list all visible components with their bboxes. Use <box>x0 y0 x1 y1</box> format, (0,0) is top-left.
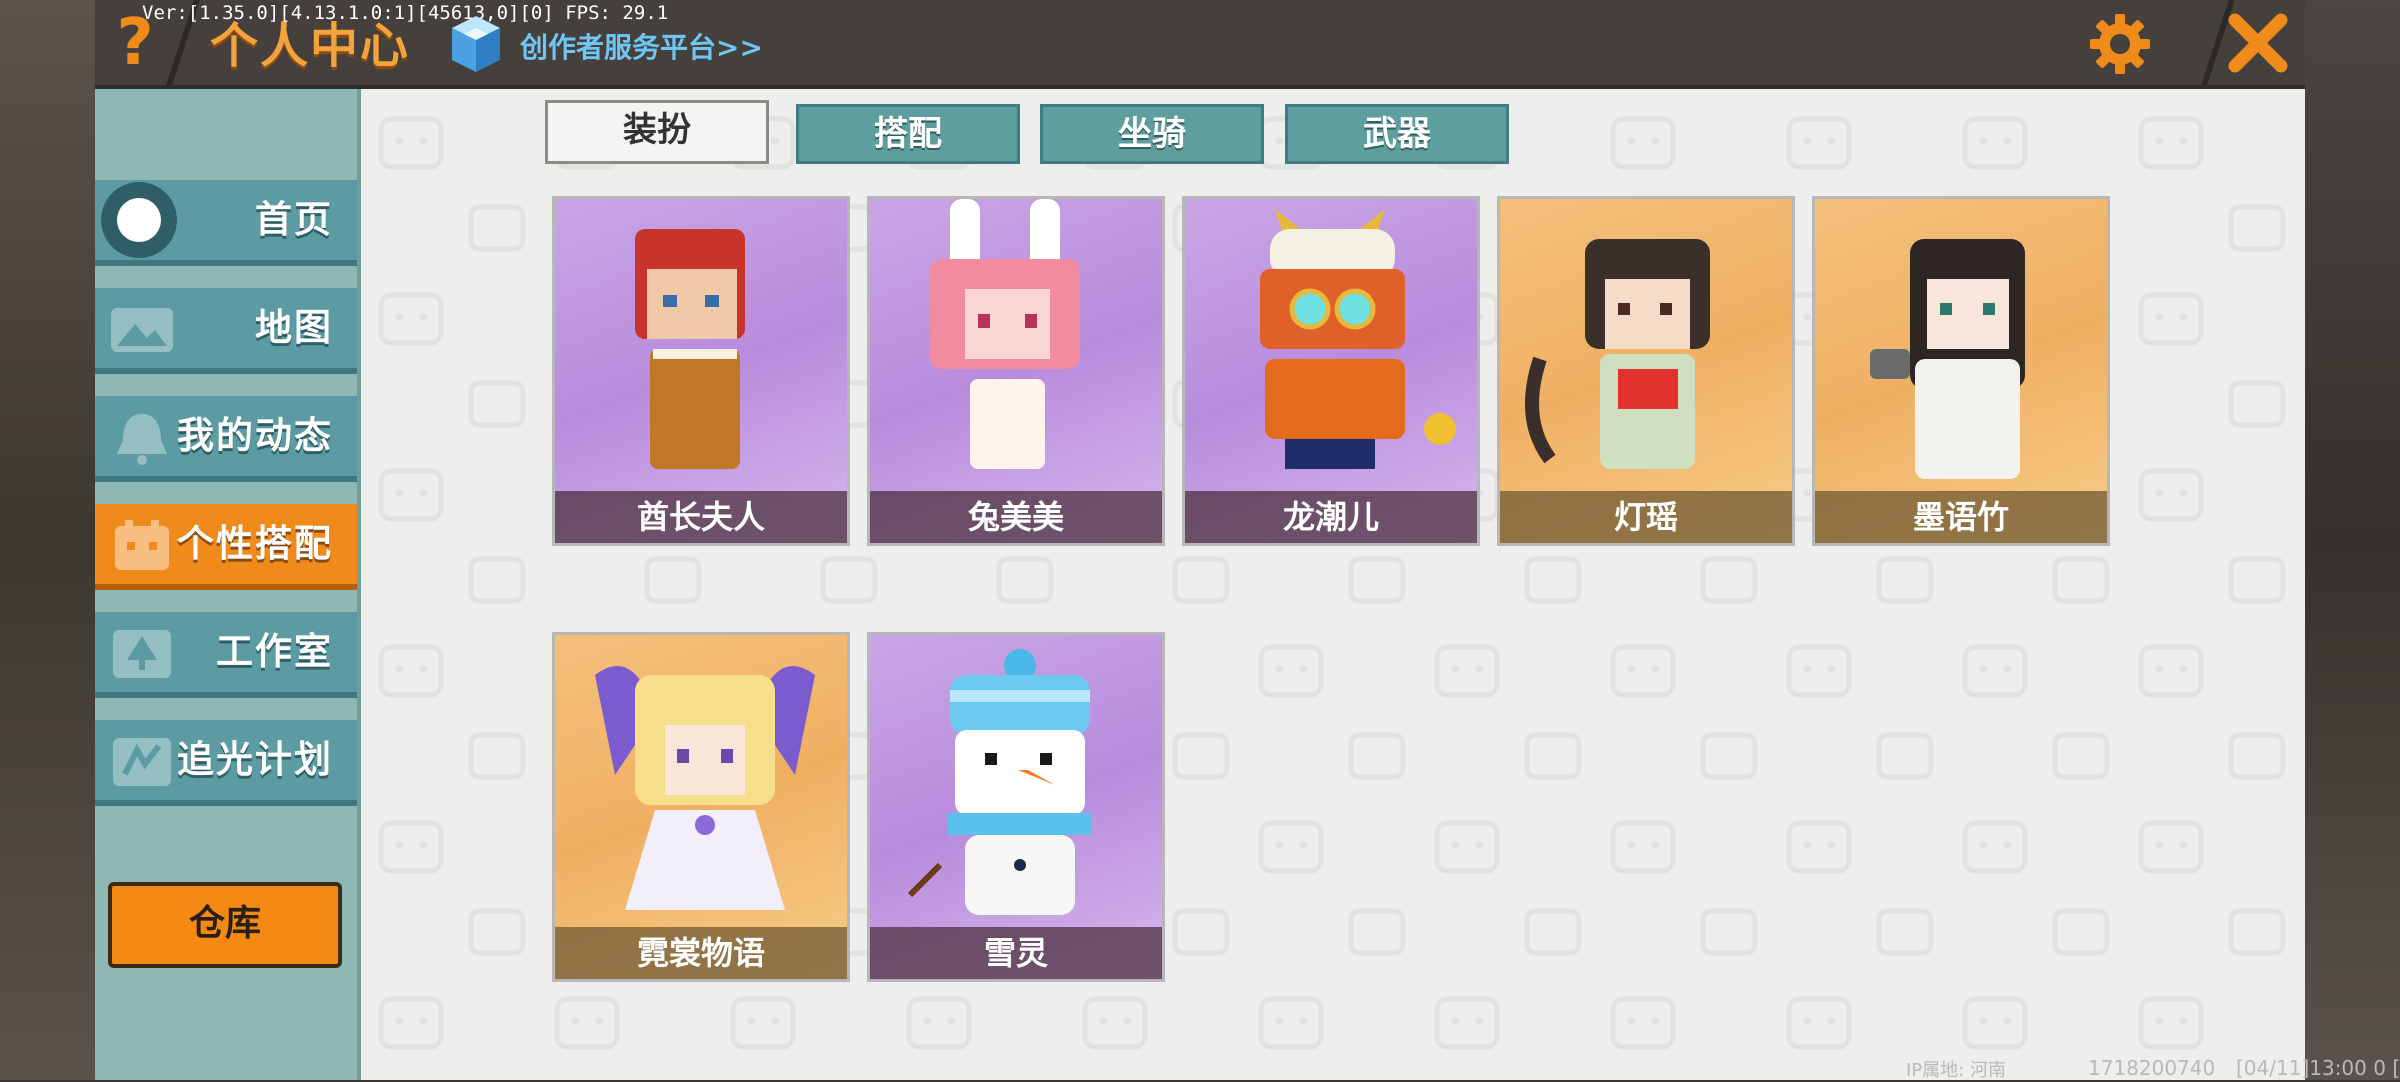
skin-card-rabbit[interactable]: 兔美美 <box>867 196 1165 546</box>
skin-card-ink-bamboo[interactable]: 墨语竹 <box>1812 196 2110 546</box>
tree-icon <box>113 630 171 678</box>
skin-card-chief-lady[interactable]: 酋长夫人 <box>552 196 850 546</box>
background-right <box>2305 0 2400 1080</box>
tab-match[interactable]: 搭配 <box>796 104 1020 164</box>
sidebar-item-label: 我的动态 <box>177 414 333 457</box>
skin-card-lantern-yao[interactable]: 灯瑶 <box>1497 196 1795 546</box>
sidebar-item-label: 工作室 <box>216 630 333 673</box>
settings-gear-icon[interactable] <box>2088 12 2152 76</box>
skin-card-nishang-story[interactable]: 霓裳物语 <box>552 632 850 982</box>
sidebar-item-my-activity[interactable]: 我的动态 <box>95 396 357 482</box>
character-illustration <box>635 229 745 469</box>
skin-name: 墨语竹 <box>1815 491 2107 543</box>
creator-cube-icon <box>452 16 500 72</box>
character-illustration <box>1525 239 1710 469</box>
tab-mount[interactable]: 坐骑 <box>1040 104 1264 164</box>
skin-name: 龙潮儿 <box>1185 491 1477 543</box>
character-illustration <box>907 649 1092 915</box>
skin-name: 兔美美 <box>870 491 1162 543</box>
home-dot-icon <box>101 182 177 258</box>
sidebar-item-chase-light[interactable]: 追光计划 <box>95 720 357 806</box>
ip-location: IP属地: 河南 <box>1906 1060 2006 1081</box>
warehouse-label: 仓库 <box>188 903 261 944</box>
sidebar-item-home[interactable]: 首页 <box>95 180 357 266</box>
bell-icon <box>117 414 167 465</box>
warehouse-button[interactable]: 仓库 <box>108 882 342 968</box>
skin-name: 酋长夫人 <box>555 491 847 543</box>
timestamp: [04/11]13:00 0 [ <box>2236 1056 2400 1080</box>
skin-name: 雪灵 <box>870 927 1162 979</box>
skin-name: 灯瑶 <box>1500 491 1792 543</box>
user-id: 1718200740 <box>2088 1056 2216 1080</box>
sidebar-item-label: 追光计划 <box>177 738 333 781</box>
outfit-icon <box>115 520 169 570</box>
sidebar-item-label: 地图 <box>255 306 333 349</box>
character-illustration <box>595 666 815 910</box>
map-icon <box>111 308 173 352</box>
version-info: Ver:[1.35.0][4.13.1.0:1][45613,0][0] FPS… <box>142 2 669 24</box>
sidebar-item-label: 个性搭配 <box>177 522 333 565</box>
skin-card-dragon-tide[interactable]: 龙潮儿 <box>1182 196 1480 546</box>
character-illustration <box>1260 209 1456 469</box>
character-illustration <box>1870 239 2025 479</box>
close-icon[interactable] <box>2225 10 2291 76</box>
chase-icon <box>113 738 171 786</box>
sidebar-item-label: 首页 <box>255 198 333 241</box>
skin-card-snow-spirit[interactable]: 雪灵 <box>867 632 1165 982</box>
background-left <box>0 0 95 1080</box>
skin-name: 霓裳物语 <box>555 927 847 979</box>
sidebar-item-studio[interactable]: 工作室 <box>95 612 357 698</box>
sidebar-item-outfit[interactable]: 个性搭配 <box>95 504 357 590</box>
character-illustration <box>930 199 1080 469</box>
sidebar-item-map[interactable]: 地图 <box>95 288 357 374</box>
tab-weapon[interactable]: 武器 <box>1285 104 1509 164</box>
creator-platform-link[interactable]: 创作者服务平台>> <box>520 26 763 66</box>
tab-dress-up[interactable]: 装扮 <box>545 100 769 164</box>
